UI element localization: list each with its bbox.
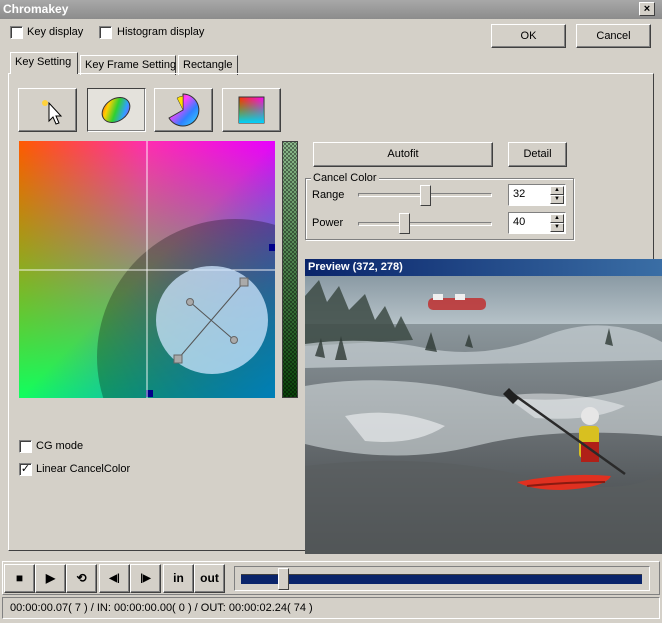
ellipse-key-tool-button[interactable] [87,88,146,132]
window-title: Chromakey [3,2,69,16]
power-label: Power [312,217,344,229]
linear-cancelcolor-label: Linear CancelColor [36,463,131,475]
ellipse-handle[interactable] [239,277,249,287]
key-display-label: Key display [27,26,84,38]
timeline-track[interactable] [241,574,642,584]
pointer-tool-icon [42,100,63,125]
ellipse-handle[interactable] [230,336,238,344]
kayak-scene-image [305,276,662,554]
loop-icon: ⟲ [76,571,87,585]
autofit-button[interactable]: Autofit [313,142,493,167]
power-slider-track[interactable] [358,222,492,226]
timecode-status: 00:00:00.07( 7 ) / IN: 00:00:00.00( 0 ) … [10,602,313,614]
tab-rectangle[interactable]: Rectangle [178,55,238,75]
chroma-color-plane[interactable] [19,141,373,495]
power-spinbox[interactable]: 40 ▲ ▼ [508,212,566,234]
close-icon: × [643,3,651,15]
next-frame-icon: |▶ [140,573,151,584]
in-button[interactable]: in [163,564,194,593]
histogram-display-checkbox[interactable] [99,26,112,39]
previous-frame-icon: ◀| [109,573,120,584]
loop-button[interactable]: ⟲ [66,564,97,593]
out-button[interactable]: out [194,564,225,593]
preview-image [305,276,662,554]
stop-button[interactable]: ■ [4,564,35,593]
detail-button[interactable]: Detail [508,142,567,167]
power-spin-down[interactable]: ▼ [550,223,564,232]
pointer-tool-button[interactable] [18,88,77,132]
close-button[interactable]: × [639,2,655,16]
range-spinbox[interactable]: 32 ▲ ▼ [508,184,566,206]
range-value: 32 [513,188,526,200]
next-frame-button[interactable]: |▶ [130,564,161,593]
range-label: Range [312,189,345,201]
luminance-strip-graphic [283,142,297,397]
cancel-color-title: Cancel Color [311,172,379,184]
status-bar: 00:00:00.07( 7 ) / IN: 00:00:00.00( 0 ) … [2,597,660,619]
play-icon: ▶ [45,571,56,585]
range-spin-up[interactable]: ▲ [550,186,564,195]
histogram-display-label: Histogram display [117,26,205,38]
key-display-checkbox[interactable] [10,26,23,39]
timeline-slider-thumb[interactable] [278,568,290,590]
preview-title-bar[interactable]: Preview (372, 278) [305,259,662,276]
ellipse-key-tool-icon [101,97,131,123]
power-slider-thumb[interactable] [398,213,410,234]
preview-title: Preview (372, 278) [308,261,403,273]
cg-mode-label: CG mode [36,440,84,452]
window-title-bar: Chromakey [0,0,662,19]
cancel-button[interactable]: Cancel [576,24,651,48]
luminance-strip[interactable] [282,141,298,398]
ellipse-handle[interactable] [186,298,194,306]
range-slider-thumb[interactable] [419,185,431,206]
previous-frame-button[interactable]: ◀| [99,564,130,593]
ellipse-handle[interactable] [173,354,183,364]
fan-key-tool-icon [168,93,200,127]
power-value: 40 [513,216,526,228]
stop-icon: ■ [15,571,24,585]
range-spin-down[interactable]: ▼ [550,195,564,204]
tab-key-frame-setting[interactable]: Key Frame Setting [80,55,176,75]
color-square-tool-icon [238,96,265,124]
linear-cancelcolor-checkbox[interactable]: ✓ [19,463,32,476]
color-square-tool-button[interactable] [222,88,281,132]
color-plane-graphic [19,141,373,495]
checkmark-icon: ✓ [20,463,31,475]
tab-key-setting[interactable]: Key Setting [10,52,78,74]
ok-button[interactable]: OK [491,24,566,48]
play-button[interactable]: ▶ [35,564,66,593]
power-spin-up[interactable]: ▲ [550,214,564,223]
fan-key-tool-button[interactable] [154,88,213,132]
cg-mode-checkbox[interactable] [19,440,32,453]
